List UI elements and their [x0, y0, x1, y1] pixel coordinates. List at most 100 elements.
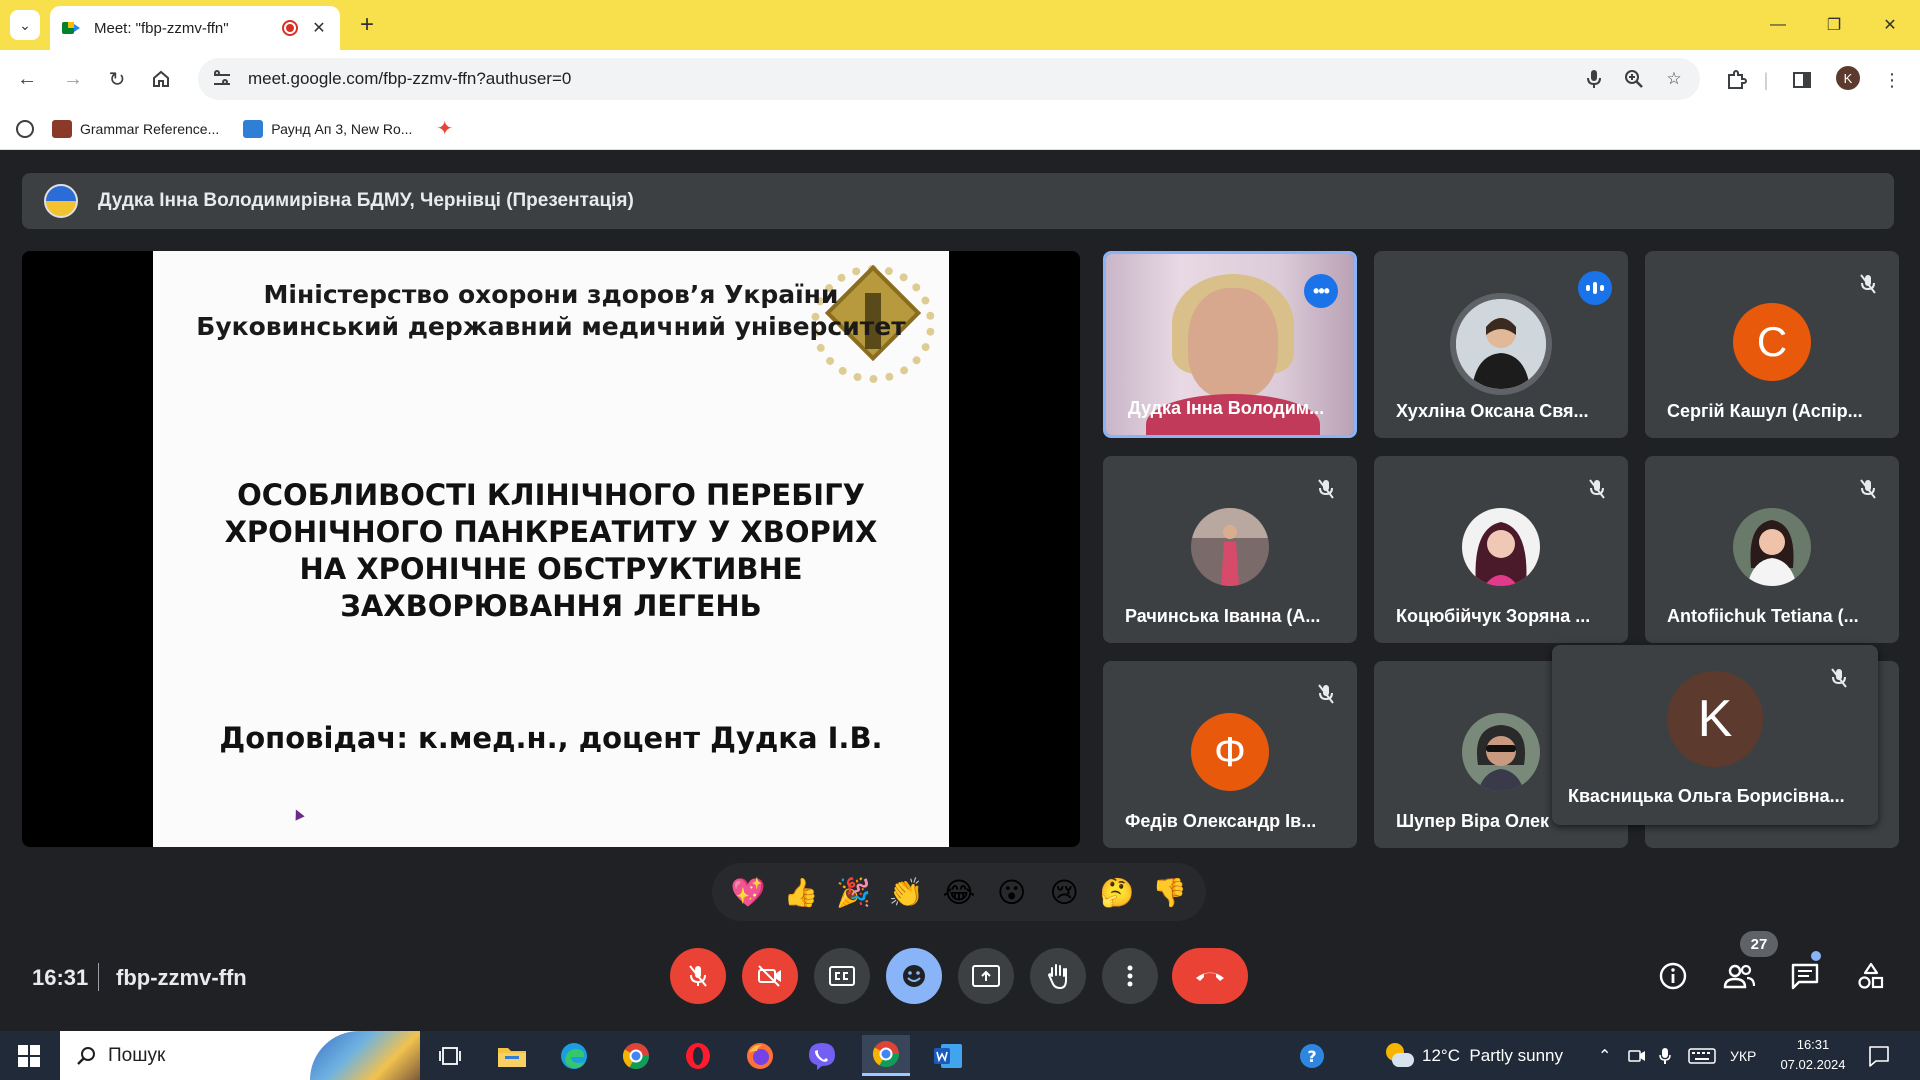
- back-button[interactable]: ←: [12, 64, 42, 94]
- help-tray-icon[interactable]: ?: [1298, 1031, 1326, 1080]
- people-button[interactable]: [1718, 955, 1760, 997]
- chat-button[interactable]: [1784, 955, 1826, 997]
- taskbar-search-box[interactable]: Пошук: [60, 1031, 420, 1080]
- tab-search-button[interactable]: ⌄: [10, 10, 40, 40]
- more-options-icon[interactable]: •••: [1304, 274, 1338, 308]
- present-screen-button[interactable]: [958, 948, 1014, 1004]
- microphone-icon[interactable]: [1582, 67, 1606, 91]
- leave-call-button[interactable]: [1172, 948, 1248, 1004]
- participant-tile[interactable]: Коцюбійчук Зоряна ...: [1374, 456, 1628, 643]
- close-icon: ✕: [1883, 17, 1897, 34]
- bookmark-round-up[interactable]: Раунд Ап 3, New Ro...: [243, 119, 412, 138]
- minimize-button[interactable]: —: [1750, 0, 1806, 50]
- arrow-left-icon: ←: [17, 67, 37, 90]
- taskbar-edge[interactable]: [550, 1035, 598, 1076]
- presenter-label: Дудка Інна Володимирівна БДМУ, Чернівці …: [98, 190, 634, 211]
- raise-hand-button[interactable]: [1030, 948, 1086, 1004]
- mic-off-icon: [689, 965, 707, 987]
- reaction-thinking[interactable]: 🤔: [1095, 870, 1139, 914]
- browser-toolbar: ← → ↻ meet.google.com/fbp-zzmv-ffn?authu…: [0, 50, 1920, 108]
- word-icon: [934, 1043, 962, 1068]
- more-options-button[interactable]: [1102, 948, 1158, 1004]
- captions-button[interactable]: [814, 948, 870, 1004]
- reactions-button[interactable]: [886, 948, 942, 1004]
- input-language-indicator[interactable]: УКР: [1730, 1031, 1756, 1080]
- taskbar-firefox[interactable]: [736, 1035, 784, 1076]
- reaction-sparkling-heart[interactable]: 💖: [726, 870, 770, 914]
- bookmark-pinwheel[interactable]: ✦: [436, 116, 453, 141]
- reaction-thumbs-up[interactable]: 👍: [779, 870, 823, 914]
- reaction-party-popper[interactable]: 🎉: [832, 870, 876, 914]
- windows-start-button[interactable]: [18, 1045, 40, 1067]
- toggle-camera-button[interactable]: [742, 948, 798, 1004]
- bookmark-star-icon[interactable]: ☆: [1662, 67, 1686, 91]
- show-hidden-icons-button[interactable]: ⌃: [1598, 1031, 1611, 1080]
- taskbar-chrome-active[interactable]: [862, 1035, 910, 1076]
- taskbar-chrome-profile[interactable]: [612, 1035, 660, 1076]
- zoom-icon[interactable]: [1622, 67, 1646, 91]
- browser-menu-button[interactable]: ⋮: [1878, 66, 1906, 94]
- microphone-tray-icon[interactable]: [1658, 1031, 1672, 1080]
- reaction-surprised[interactable]: 😮: [990, 870, 1034, 914]
- toggle-microphone-button[interactable]: [670, 948, 726, 1004]
- participant-name: Сергій Кашул (Аспір...: [1667, 401, 1863, 421]
- close-window-button[interactable]: ✕: [1862, 0, 1918, 50]
- camera-icon: [1628, 1049, 1645, 1062]
- participant-name: Antofiichuk Tetiana (...: [1667, 606, 1859, 626]
- extensions-button[interactable]: [1722, 66, 1750, 94]
- participant-tile[interactable]: Ф Федів Олександр Ів...: [1103, 661, 1357, 848]
- taskbar-opera[interactable]: [674, 1035, 722, 1076]
- reaction-crying[interactable]: 😢: [1042, 870, 1086, 914]
- reaction-thumbs-down[interactable]: 👎: [1148, 870, 1192, 914]
- participant-tile[interactable]: С Сергій Кашул (Аспір...: [1645, 251, 1899, 438]
- site-settings-icon[interactable]: [212, 68, 234, 90]
- new-tab-button[interactable]: +: [352, 10, 382, 40]
- participant-name: Рачинська Іванна (А...: [1125, 606, 1321, 626]
- weather-widget[interactable]: 12°C Partly sunny: [1384, 1031, 1563, 1080]
- participant-avatar: [1450, 293, 1552, 395]
- keyboard-tray-icon[interactable]: [1688, 1031, 1716, 1080]
- participant-tile[interactable]: Хухліна Оксана Свя...: [1374, 251, 1628, 438]
- notification-center-button[interactable]: [1868, 1031, 1890, 1080]
- browser-tab-meet[interactable]: Meet: "fbp-zzmv-ffn" ✕: [50, 6, 340, 50]
- participant-tile[interactable]: ••• Дудка Інна Володим...: [1103, 251, 1357, 438]
- taskbar-file-explorer[interactable]: [488, 1035, 536, 1076]
- participant-avatar: [1733, 508, 1811, 586]
- keyboard-icon: [1688, 1047, 1716, 1064]
- presentation-banner: Дудка Інна Володимирівна БДМУ, Чернівці …: [22, 173, 1894, 229]
- system-clock[interactable]: 16:31 07.02.2024: [1768, 1035, 1858, 1075]
- tab-close-button[interactable]: ✕: [310, 18, 328, 38]
- mic-off-icon: [1313, 681, 1339, 707]
- self-view-tile[interactable]: K Квасницька Ольга Борисівна...: [1552, 645, 1878, 825]
- address-bar[interactable]: meet.google.com/fbp-zzmv-ffn?authuser=0 …: [198, 58, 1700, 100]
- participant-tile[interactable]: Рачинська Іванна (А...: [1103, 456, 1357, 643]
- meeting-info-divider: [98, 963, 99, 991]
- participant-tile[interactable]: Antofiichuk Tetiana (...: [1645, 456, 1899, 643]
- presentation-stage[interactable]: Міністерство охорони здоров’я України Бу…: [22, 251, 1080, 847]
- reaction-laughing[interactable]: 😂: [937, 870, 981, 914]
- side-panel-button[interactable]: [1788, 66, 1816, 94]
- activities-button[interactable]: [1850, 955, 1892, 997]
- google-meet-icon: [62, 20, 82, 36]
- profile-avatar[interactable]: K: [1836, 66, 1860, 90]
- home-button[interactable]: [146, 64, 176, 94]
- globe-icon[interactable]: [16, 119, 34, 138]
- url-text[interactable]: meet.google.com/fbp-zzmv-ffn?authuser=0: [248, 69, 1566, 89]
- present-to-all-icon: [972, 965, 1000, 987]
- meet-camera-tray-icon[interactable]: [1628, 1031, 1646, 1080]
- bookmark-grammar-reference[interactable]: Grammar Reference...: [52, 119, 219, 138]
- reaction-clapping[interactable]: 👏: [884, 870, 928, 914]
- meeting-details-button[interactable]: [1652, 955, 1694, 997]
- slide-title-line2: ХРОНІЧНОГО ПАНКРЕАТИТУ У ХВОРИХ: [224, 515, 878, 549]
- taskbar-word[interactable]: [924, 1035, 972, 1076]
- reload-button[interactable]: ↻: [102, 64, 132, 94]
- meeting-code: fbp-zzmv-ffn: [116, 965, 247, 990]
- forward-button[interactable]: →: [58, 64, 88, 94]
- emoji-icon: [903, 965, 925, 987]
- taskbar-viber[interactable]: [798, 1035, 846, 1076]
- task-view-button[interactable]: [426, 1035, 474, 1076]
- restore-button[interactable]: ❐: [1806, 0, 1862, 50]
- pinwheel-icon: ✦: [436, 118, 454, 140]
- chevron-down-icon: ⌄: [19, 16, 31, 33]
- participant-name: Дудка Інна Володим...: [1128, 398, 1325, 418]
